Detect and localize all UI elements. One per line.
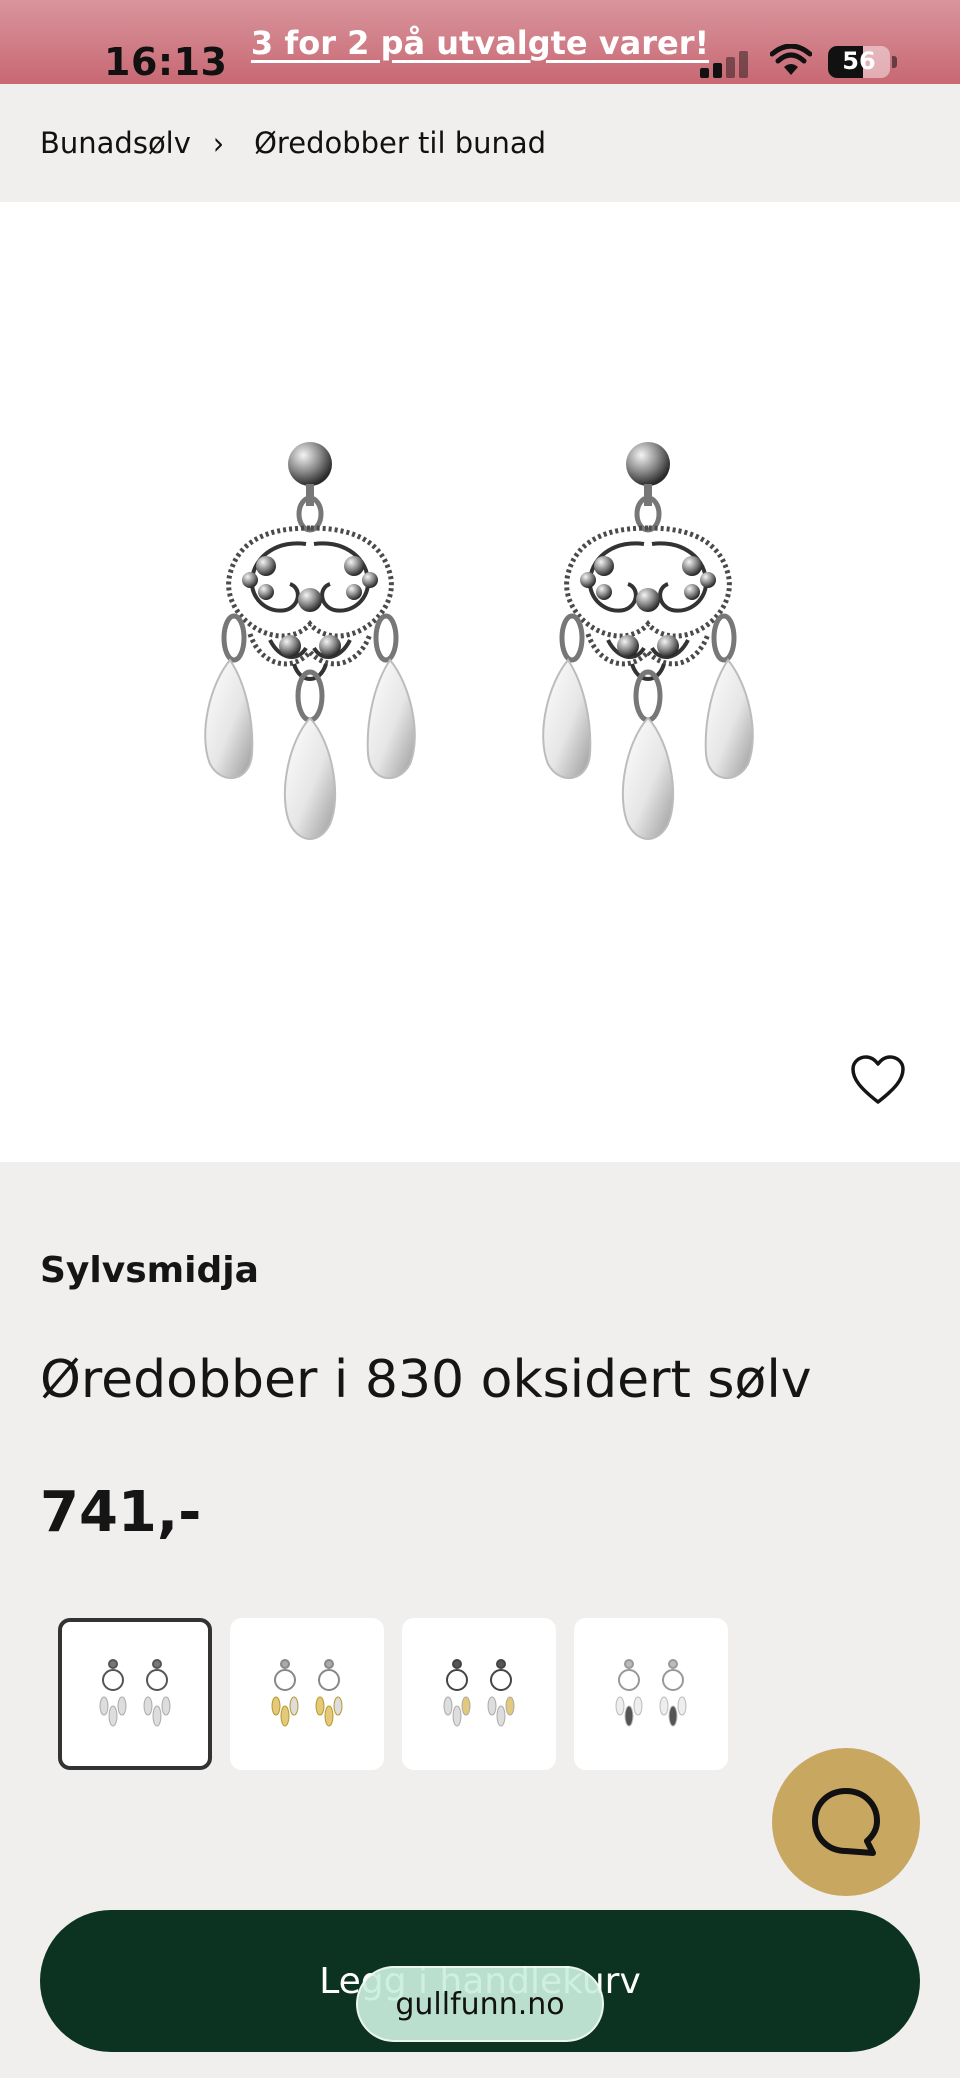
- product-brand[interactable]: Sylvsmidja: [40, 1250, 259, 1291]
- battery-level: 56: [842, 47, 876, 75]
- product-price: 741,-: [40, 1480, 202, 1545]
- breadcrumb: Bunadsølv › Øredobber til bunad: [0, 84, 960, 202]
- variant-thumb-oxidized[interactable]: [58, 1618, 212, 1770]
- chat-button[interactable]: [772, 1748, 920, 1896]
- variant-thumb-gold-accent[interactable]: [402, 1618, 556, 1770]
- wifi-icon: [770, 44, 812, 75]
- battery-icon: 56: [828, 46, 890, 78]
- breadcrumb-item-bunadsolv[interactable]: Bunadsølv: [40, 126, 191, 160]
- breadcrumb-item-oredobber[interactable]: Øredobber til bunad: [254, 126, 546, 160]
- product-image[interactable]: [0, 202, 960, 1162]
- variant-selector: [58, 1618, 728, 1770]
- earring-variant-silver-icon: [615, 1659, 687, 1727]
- variant-thumb-gold[interactable]: [230, 1618, 384, 1770]
- heart-outline-icon[interactable]: [850, 1054, 906, 1106]
- earring-variant-gold-accent-icon: [443, 1659, 515, 1727]
- status-bar: 16:13 3 for 2 på utvalgte varer! 56: [0, 0, 960, 84]
- variant-thumb-silver[interactable]: [574, 1618, 728, 1770]
- cellular-signal-icon: [700, 50, 752, 78]
- earring-variant-gold-icon: [271, 1659, 343, 1727]
- chat-bubble-icon: [812, 1788, 880, 1856]
- product-title: Øredobber i 830 oksidert sølv: [40, 1350, 812, 1410]
- earrings-illustration: [0, 202, 960, 1162]
- browser-url-bar[interactable]: gullfunn.no: [356, 1966, 604, 2042]
- chevron-right-icon: ›: [212, 124, 225, 162]
- promo-banner-link[interactable]: 3 for 2 på utvalgte varer!: [0, 24, 960, 62]
- earring-variant-oxidized-icon: [99, 1659, 171, 1727]
